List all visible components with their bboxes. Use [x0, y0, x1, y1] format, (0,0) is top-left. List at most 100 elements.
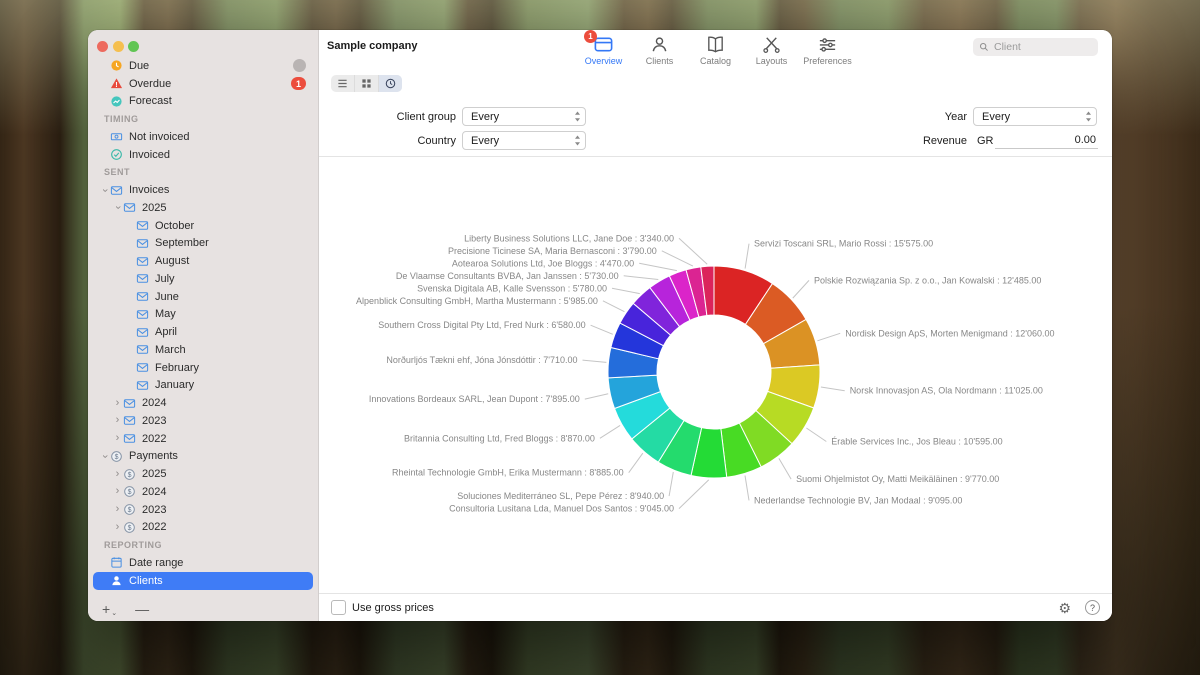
sidebar-item-overdue[interactable]: !Overdue1 [93, 75, 313, 93]
chart-label-line [591, 325, 613, 334]
revenue-input[interactable] [995, 131, 1098, 149]
main-toolbar: 1 Overview Clients [579, 33, 853, 66]
sidebar-item-february[interactable]: February [93, 359, 313, 377]
zoom-button[interactable] [128, 41, 139, 52]
sidebar-item-not-invoiced[interactable]: Not invoiced [93, 128, 313, 146]
sidebar-item-label: Clients [129, 575, 306, 587]
toolbar-item-overview[interactable]: 1 Overview [579, 33, 629, 66]
selected-value: Every [471, 135, 499, 147]
sidebar-item-2024[interactable]: ›2024 [93, 394, 313, 412]
client-group-select[interactable]: Every [462, 107, 586, 126]
sidebar-item-invoices[interactable]: › Invoices [93, 181, 313, 199]
sidebar-item-label: Invoices [129, 184, 306, 196]
svg-text:$: $ [115, 454, 119, 461]
selected-value: Every [982, 111, 1010, 123]
disclosure-chevron[interactable]: › [112, 202, 123, 213]
disclosure-chevron[interactable]: › [112, 433, 123, 444]
sidebar-item-label: 2022 [142, 433, 306, 445]
chart-label-line [583, 360, 607, 362]
grid-view-button[interactable] [354, 75, 378, 92]
sidebar-item-june[interactable]: June [93, 288, 313, 306]
chart-label: Polskie Rozwiązania Sp. z o.o., Jan Kowa… [814, 275, 1041, 285]
gross-prices-checkbox[interactable] [331, 600, 346, 615]
stepper-icon [1085, 111, 1092, 122]
sidebar-item-2025[interactable]: › 2025 [93, 199, 313, 217]
time-view-button[interactable] [378, 75, 402, 92]
year-select[interactable]: Every [973, 107, 1097, 126]
disclosure-chevron[interactable]: › [112, 504, 123, 515]
sidebar: Due!Overdue1ForecastTIMINGNot invoicedIn… [88, 30, 319, 621]
gear-icon[interactable]: ⚙ [1058, 601, 1071, 615]
disclosure-chevron[interactable]: › [112, 486, 123, 497]
search-icon [979, 42, 989, 52]
disclosure-chevron[interactable]: › [112, 398, 123, 409]
sidebar-item-due[interactable]: Due [93, 57, 313, 75]
sidebar-item-label: 2025 [142, 202, 306, 214]
disclosure-chevron[interactable]: › [112, 522, 123, 533]
sidebar-item-2025[interactable]: ›$2025 [93, 465, 313, 483]
sidebar-list: Due!Overdue1ForecastTIMINGNot invoicedIn… [88, 57, 318, 590]
envelope-icon [136, 219, 152, 233]
country-select[interactable]: Every [462, 131, 586, 150]
chart-label-line [821, 387, 845, 391]
add-button-label: + [102, 601, 110, 617]
envelope-icon [110, 183, 126, 197]
remove-button[interactable]: — [135, 601, 149, 617]
due-icon [110, 59, 126, 73]
list-view-button[interactable] [331, 75, 354, 92]
close-button[interactable] [97, 41, 108, 52]
sidebar-item-date-range[interactable]: Date range [93, 554, 313, 572]
search-input[interactable] [992, 40, 1092, 54]
add-button[interactable]: +⌄ [102, 601, 117, 617]
sidebar-item-label: March [155, 344, 306, 356]
svg-text:$: $ [128, 507, 132, 514]
search-field[interactable] [973, 38, 1098, 56]
question-icon: ? [1090, 603, 1095, 613]
minimize-button[interactable] [113, 41, 124, 52]
sidebar-item-2023[interactable]: › $2023 [93, 501, 313, 519]
window-controls [97, 41, 139, 52]
coin-icon: $ [123, 467, 139, 481]
sidebar-item-march[interactable]: March [93, 341, 313, 359]
sidebar-item-january[interactable]: January [93, 377, 313, 395]
toolbar-item-label: Clients [646, 56, 674, 66]
revenue-donut-chart: Servizi Toscani SRL, Mario Rossi : 15'57… [319, 156, 1112, 593]
sidebar-item-2022[interactable]: › 2022 [93, 430, 313, 448]
sidebar-item-invoiced[interactable]: Invoiced [93, 146, 313, 164]
sidebar-item-2024[interactable]: ›$2024 [93, 483, 313, 501]
sidebar-item-clients[interactable]: Clients [93, 572, 313, 590]
chart-label: Soluciones Mediterráneo SL, Pepe Pérez :… [457, 491, 664, 501]
sidebar-item-july[interactable]: July [93, 270, 313, 288]
invoiced-icon [110, 148, 126, 162]
sidebar-item-forecast[interactable]: Forecast [93, 93, 313, 111]
help-button[interactable]: ? [1085, 600, 1100, 615]
sidebar-section-sent: SENT [93, 164, 313, 182]
sidebar-item-april[interactable]: April [93, 323, 313, 341]
sidebar-item-august[interactable]: August [93, 252, 313, 270]
chevron-down-icon: ⌄ [111, 609, 117, 617]
sidebar-item-2022[interactable]: ›$2022 [93, 519, 313, 537]
toolbar-item-clients[interactable]: Clients [635, 33, 685, 66]
sidebar-item-may[interactable]: May [93, 306, 313, 324]
sidebar-item-september[interactable]: September [93, 235, 313, 253]
toolbar-item-layouts[interactable]: Layouts [747, 33, 797, 66]
disclosure-chevron[interactable]: › [112, 469, 123, 480]
chart-label: Innovations Bordeaux SARL, Jean Dupont :… [369, 394, 580, 404]
sidebar-item-payments[interactable]: ›$Payments [93, 448, 313, 466]
envelope-icon [123, 414, 139, 428]
sidebar-item-label: June [155, 291, 306, 303]
preferences-icon-wrap [817, 33, 838, 55]
sidebar-item-2023[interactable]: ›2023 [93, 412, 313, 430]
disclosure-chevron[interactable]: › [99, 185, 110, 196]
toolbar-item-label: Catalog [700, 56, 731, 66]
chart-label-line [629, 453, 643, 473]
disclosure-chevron[interactable]: › [99, 451, 110, 462]
revenue-label: Revenue [865, 135, 967, 147]
sidebar-item-october[interactable]: October [93, 217, 313, 235]
toolbar-item-catalog[interactable]: Catalog [691, 33, 741, 66]
envelope-icon [136, 361, 152, 375]
toolbar-item-preferences[interactable]: Preferences [803, 33, 853, 66]
svg-text:$: $ [128, 525, 132, 532]
sidebar-item-label: 2023 [142, 504, 306, 516]
disclosure-chevron[interactable]: › [112, 415, 123, 426]
